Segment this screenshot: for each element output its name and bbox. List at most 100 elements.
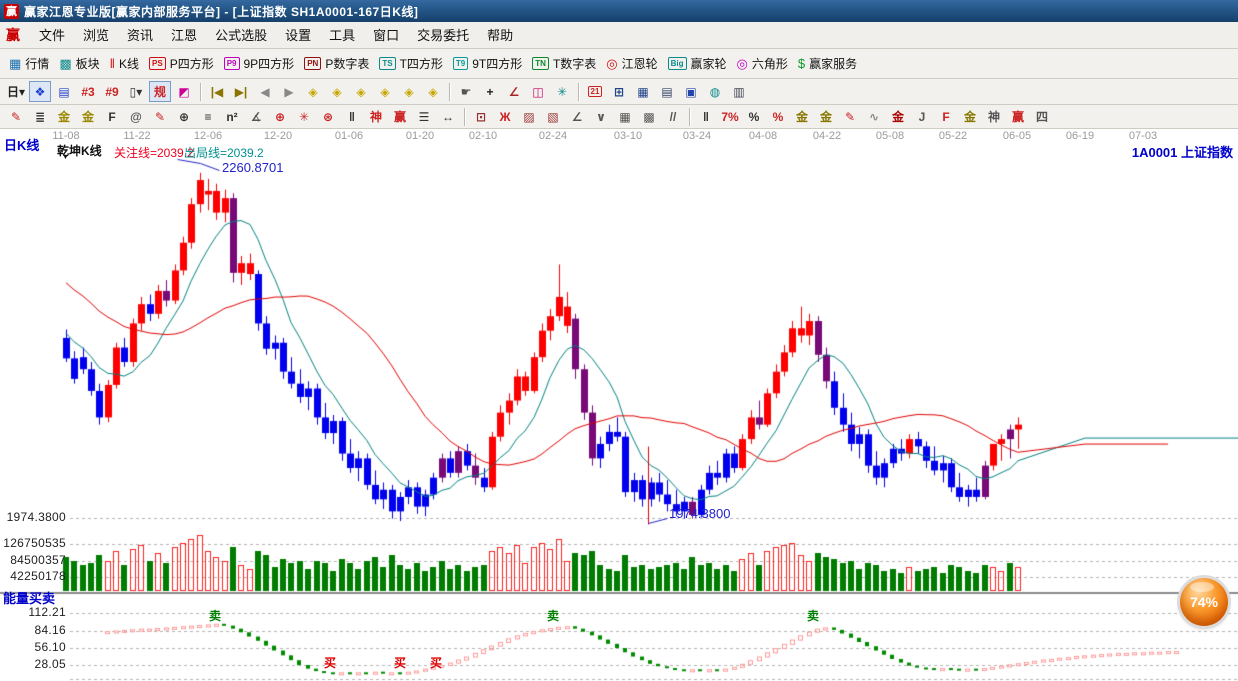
toolbar-button-dense-grid-2[interactable]: ▩ [638, 106, 660, 127]
menu-item-文件[interactable]: 文件 [30, 26, 74, 45]
toolbar-button-spiral-tool[interactable]: @ [125, 106, 147, 127]
toolbar-button-zoom-compress[interactable]: ◈ [374, 81, 396, 102]
toolbar-button-t9-square[interactable]: T99T四方形 [453, 55, 522, 72]
toolbar-button-ruler-scale[interactable]: ☰ [413, 106, 435, 127]
toolbar-button-ying-angle[interactable]: 赢 [1007, 106, 1029, 127]
toolbar-button-bars-3[interactable]: #3 [77, 81, 99, 102]
toolbar-button-f-grid[interactable]: F [101, 106, 123, 127]
menu-item-交易委托[interactable]: 交易委托 [408, 26, 478, 45]
toolbar-button-percent-7[interactable]: 7% [719, 106, 741, 127]
toolbar-button-f10-info[interactable]: ▤ [53, 81, 75, 102]
toolbar-button-gold-grid-1[interactable]: 金 [53, 106, 75, 127]
toolbar-button-gann-wheel[interactable]: ◎江恩轮 [606, 55, 657, 72]
toolbar-button-angle-a[interactable]: ∡ [245, 106, 267, 127]
toolbar-button-f-angle[interactable]: F [935, 106, 957, 127]
toolbar-button-t-number-table[interactable]: TNT数字表 [532, 55, 596, 72]
toolbar-button-quote-lines[interactable]: ‖ [341, 106, 363, 127]
toolbar-button-slash-lines[interactable]: // [662, 106, 684, 127]
toolbar-button-shen-angle[interactable]: 神 [983, 106, 1005, 127]
toolbar-button-gold-grid-2[interactable]: 金 [77, 106, 99, 127]
toolbar-button-wave-overlap[interactable]: ∿ [863, 106, 885, 127]
menu-item-窗口[interactable]: 窗口 [364, 26, 408, 45]
toolbar-button-region-tool[interactable]: ◫ [527, 81, 549, 102]
toolbar-button-percent[interactable]: % [743, 106, 765, 127]
progress-ball[interactable]: 74% [1180, 578, 1228, 626]
toolbar-button-shen-grid[interactable]: 神 [365, 106, 387, 127]
toolbar-button-percent-lines[interactable]: % [767, 106, 789, 127]
menu-item-设置[interactable]: 设置 [276, 26, 320, 45]
toolbar-button-candle-style-dropdown[interactable]: ▯▾ [125, 81, 147, 102]
hexagon-icon: ◎ [737, 57, 748, 71]
toolbar-button-data-sheet[interactable]: ▦ [632, 81, 654, 102]
toolbar-button-p-square[interactable]: PSP四方形 [149, 55, 214, 72]
toolbar-button-si-angle[interactable]: 四 [1031, 106, 1053, 127]
toolbar-button-bars-9[interactable]: #9 [101, 81, 123, 102]
toolbar-button-gann-frame[interactable]: 规 [149, 81, 171, 102]
toolbar-button-jump-end[interactable]: ▶| [230, 81, 252, 102]
toolbar-button-ying-grid[interactable]: 赢 [389, 106, 411, 127]
menu-item-江恩[interactable]: 江恩 [162, 26, 206, 45]
toolbar-button-p-number-table[interactable]: PNP数字表 [304, 55, 369, 72]
toolbar-button-v-lines[interactable]: ∨ [590, 106, 612, 127]
toolbar-button-red-brush[interactable]: ✎ [149, 106, 171, 127]
toolbar-button-circle-grid[interactable]: ⊕ [173, 106, 195, 127]
toolbar-button-brush-line[interactable]: ✎ [839, 106, 861, 127]
toolbar-button-j-angle[interactable]: J [911, 106, 933, 127]
toolbar-button-zoom-all[interactable]: ◈ [398, 81, 420, 102]
toolbar-button-p9-square[interactable]: P99P四方形 [224, 55, 294, 72]
toolbar-button-grid-lines[interactable]: ≣ [29, 106, 51, 127]
toolbar-button-zoom-reset[interactable]: ◈ [422, 81, 444, 102]
toolbar-button-save[interactable]: ▣ [680, 81, 702, 102]
toolbar-button-hash-grid[interactable]: ≡ [197, 106, 219, 127]
toolbar-button-page-right[interactable]: ▶ [278, 81, 300, 102]
menu-item-资讯[interactable]: 资讯 [118, 26, 162, 45]
menu-item-浏览[interactable]: 浏览 [74, 26, 118, 45]
toolbar-button-draw-brush[interactable]: ✎ [5, 106, 27, 127]
toolbar-button-n-squared[interactable]: n² [221, 106, 243, 127]
toolbar-button-width-arrows[interactable]: ↔ [437, 106, 459, 127]
toolbar-button-color-levels[interactable]: ◩ [173, 81, 195, 102]
toolbar-button-sector-blocks[interactable]: ▩板块 [59, 55, 99, 72]
toolbar-button-web-chart[interactable]: ❖ [29, 81, 51, 102]
toolbar-button-export[interactable]: ◍ [704, 81, 726, 102]
toolbar-button-calendar-21[interactable]: 21 [584, 81, 606, 102]
toolbar-button-grid-fan[interactable]: ▨ [518, 106, 540, 127]
toolbar-button-dense-grid[interactable]: ▦ [614, 106, 636, 127]
menu-item-公式选股[interactable]: 公式选股 [206, 26, 276, 45]
toolbar-button-kline-view[interactable]: ‖K线 [110, 55, 139, 72]
toolbar-button-ray-fan[interactable]: Ж [494, 106, 516, 127]
toolbar-button-web-analysis[interactable]: ✳ [551, 81, 573, 102]
toolbar-button-winner-wheel[interactable]: Big赢家轮 [668, 55, 727, 72]
toolbar-button-winner-service[interactable]: $赢家服务 [798, 55, 857, 72]
toolbar-button-hand-tool[interactable]: ☛ [455, 81, 477, 102]
menu-item-工具[interactable]: 工具 [320, 26, 364, 45]
toolbar-button-gold-underline[interactable]: 金 [887, 106, 909, 127]
toolbar-button-zoom-horizontal[interactable]: ◈ [302, 81, 324, 102]
toolbar-button-gold-angle[interactable]: 金 [959, 106, 981, 127]
toolbar-button-gold-circle[interactable]: 金 [791, 106, 813, 127]
toolbar-button-star-grid[interactable]: ✳ [293, 106, 315, 127]
toolbar-button-angle-tool[interactable]: ∠ [503, 81, 525, 102]
toolbar-button-web-grid[interactable]: ⊛ [317, 106, 339, 127]
toolbar-button-market-quotes[interactable]: ▦行情 [9, 55, 49, 72]
toolbar-button-hexagon[interactable]: ◎六角形 [737, 55, 788, 72]
indicator-dropdown-icon[interactable]: ▼ [62, 154, 69, 161]
menu-item-帮助[interactable]: 帮助 [478, 26, 522, 45]
kline-chart-canvas[interactable] [0, 129, 1238, 681]
toolbar-button-page-left[interactable]: ◀ [254, 81, 276, 102]
toolbar-button-angle-rays[interactable]: ∠ [566, 106, 588, 127]
toolbar-button-zoom-right[interactable]: ◈ [326, 81, 348, 102]
toolbar-button-zoom-width[interactable]: ◈ [350, 81, 372, 102]
toolbar-button-calculator[interactable]: ⊞ [608, 81, 630, 102]
toolbar-button-print[interactable]: ▥ [728, 81, 750, 102]
toolbar-button-jump-start[interactable]: |◀ [206, 81, 228, 102]
toolbar-button-period-day-dropdown[interactable]: 日▾ [5, 81, 27, 102]
toolbar-button-target-cross[interactable]: ⊕ [269, 106, 291, 127]
toolbar-button-square-frame[interactable]: ⊡ [470, 106, 492, 127]
toolbar-button-notepad[interactable]: ▤ [656, 81, 678, 102]
toolbar-button-crosshair-tool[interactable]: + [479, 81, 501, 102]
toolbar-button-t-square[interactable]: TST四方形 [379, 55, 443, 72]
toolbar-button-gold-lines[interactable]: 金 [815, 106, 837, 127]
toolbar-button-grid-fan-2[interactable]: ▧ [542, 106, 564, 127]
toolbar-button-price-bars[interactable]: ‖ [695, 106, 717, 127]
